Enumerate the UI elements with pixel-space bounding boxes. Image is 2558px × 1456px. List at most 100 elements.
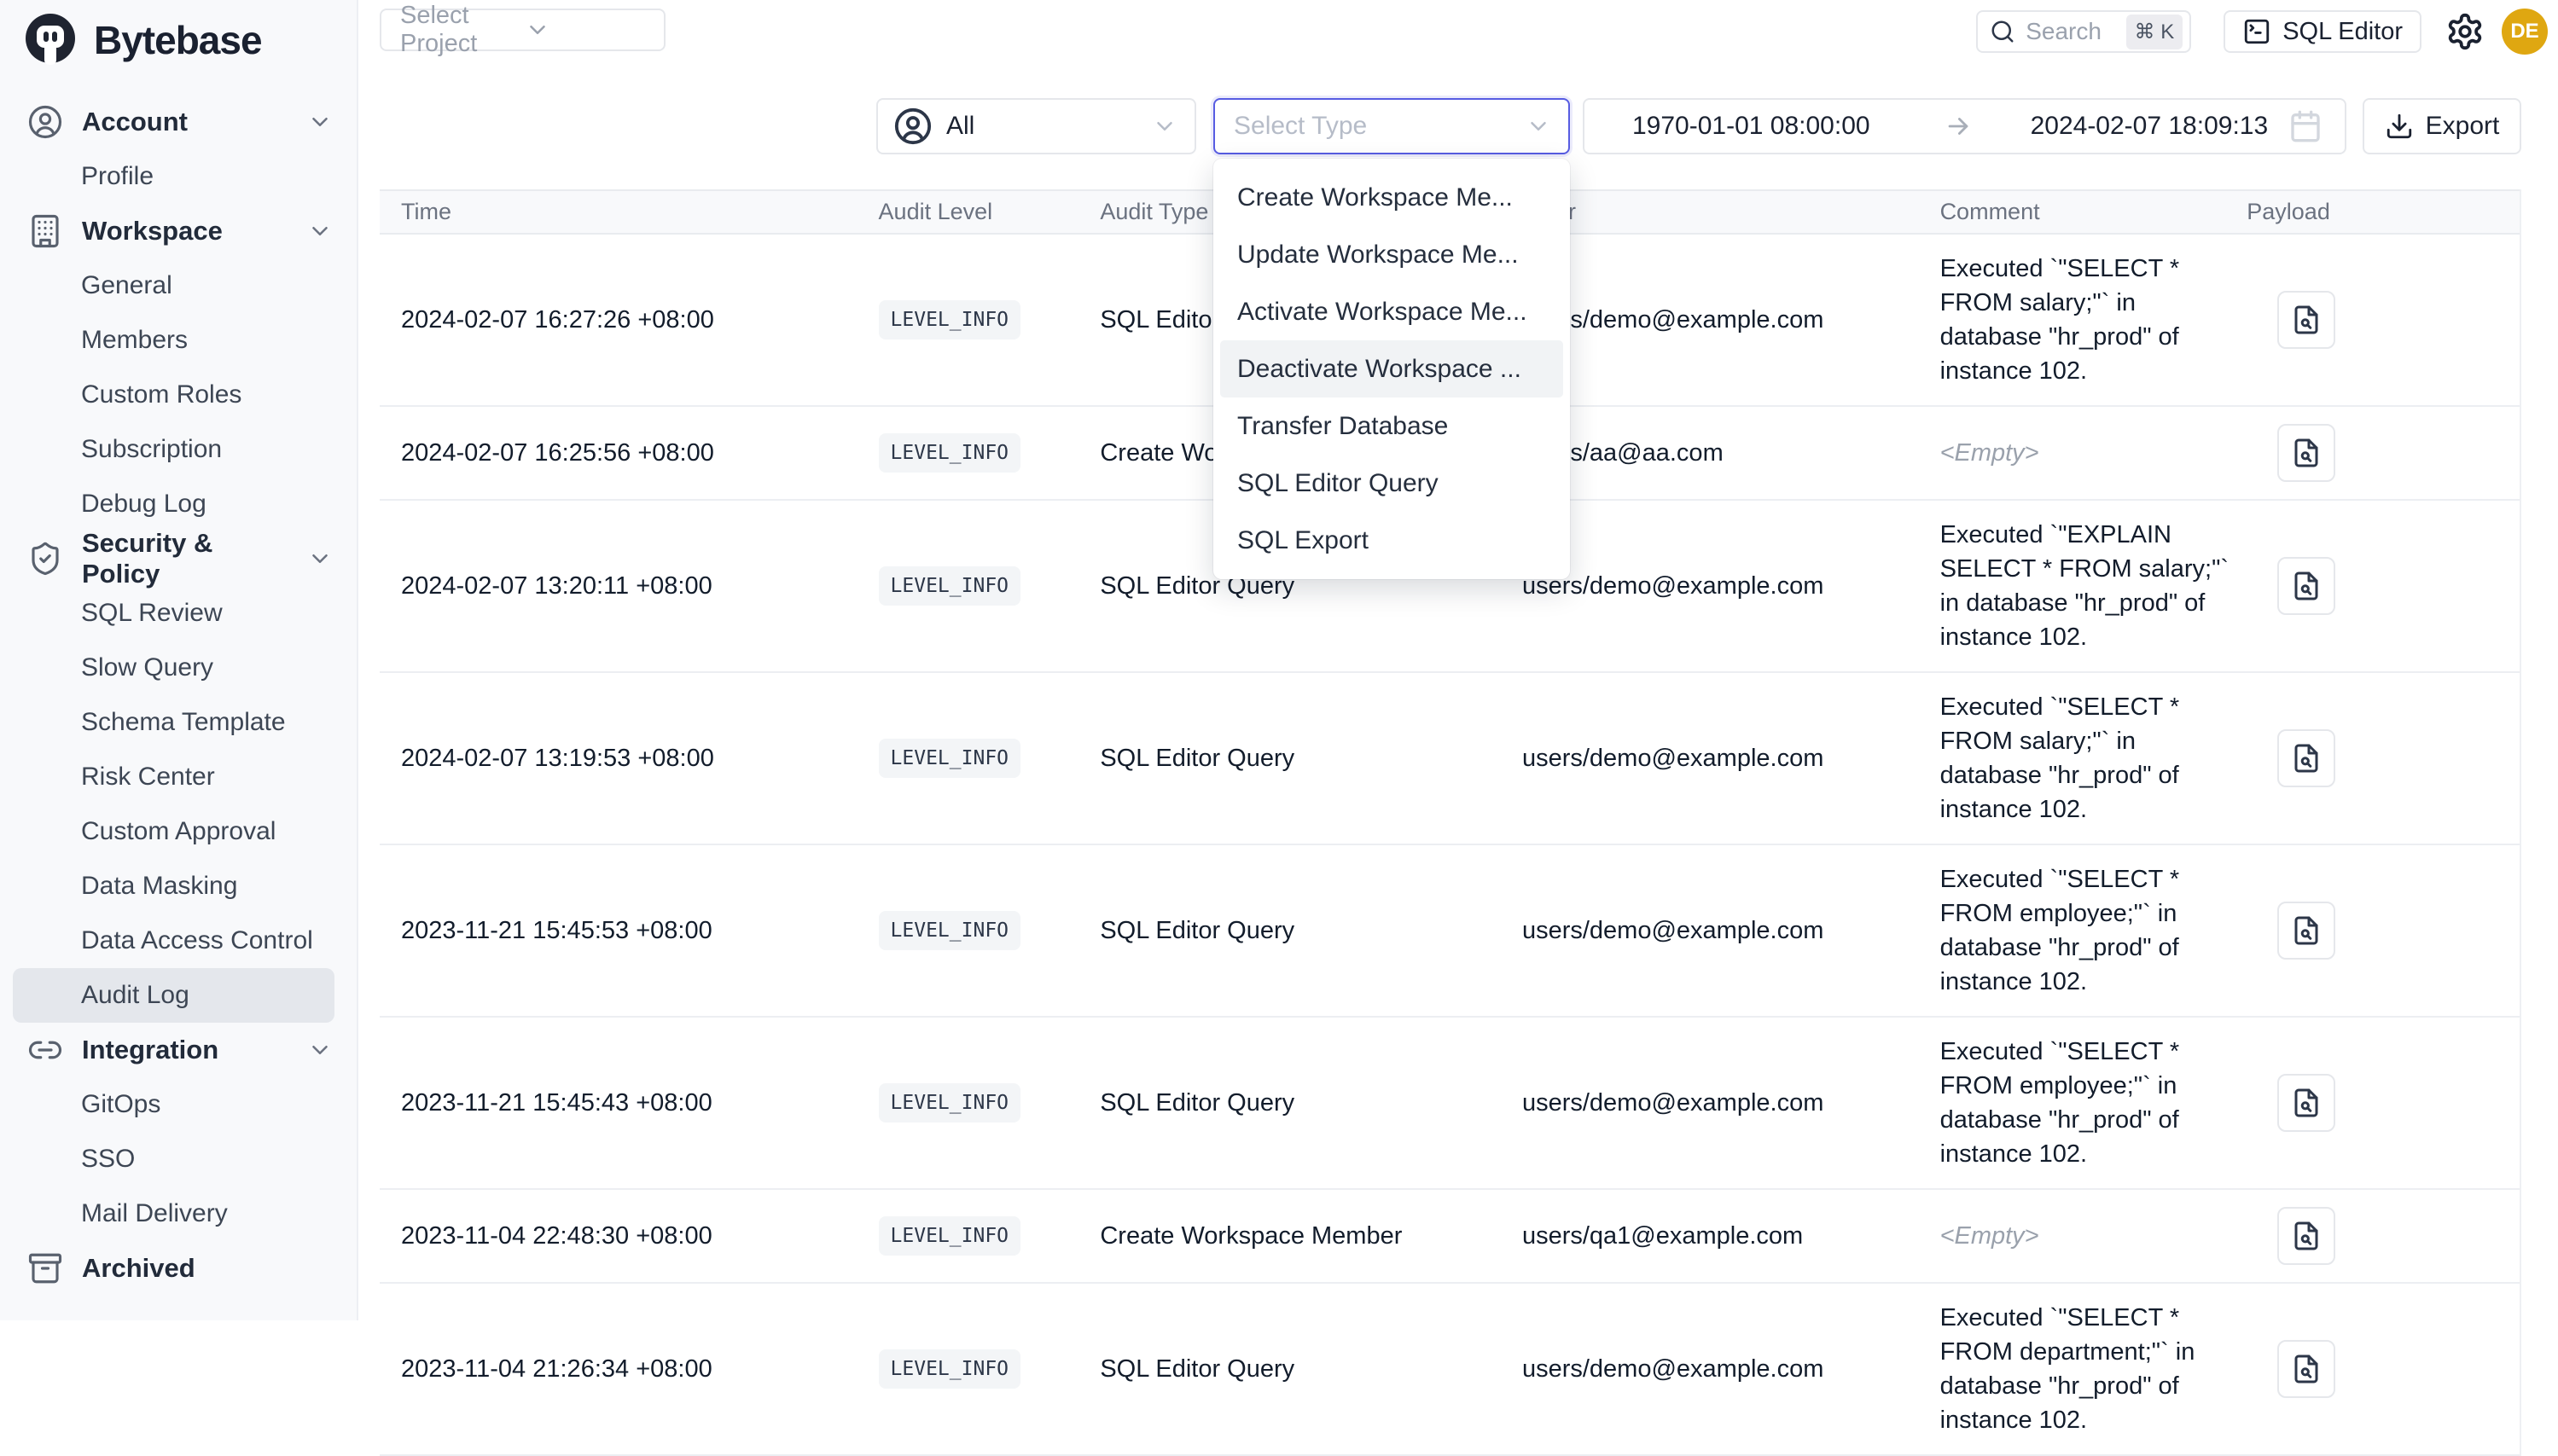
dropdown-option-activate-workspace-me[interactable]: Activate Workspace Me... [1220,283,1563,340]
sidebar-section-label: Integration [82,1035,288,1065]
sidebar-section-label: Workspace [82,216,288,247]
comment-text: Executed `"SELECT * FROM salary;"` in da… [1940,690,2239,827]
sidebar-section-account[interactable]: Account [0,95,357,149]
cell-audit-level: LEVEL_INFO [879,1216,1101,1256]
dropdown-option-deactivate-workspace[interactable]: Deactivate Workspace ... [1220,340,1563,397]
chevron-down-icon [1526,113,1551,139]
cell-time: 2024-02-07 13:20:11 +08:00 [380,572,879,600]
cell-audit-type: SQL Editor Query [1100,917,1522,945]
audit-level-badge: LEVEL_INFO [879,433,1020,473]
sidebar-item-custom-roles[interactable]: Custom Roles [13,368,334,422]
bytebase-logo-icon [20,10,80,70]
sidebar-item-sql-review[interactable]: SQL Review [13,586,334,641]
sidebar-item-data-masking[interactable]: Data Masking [13,859,334,914]
calendar-icon [2288,109,2323,143]
search-input[interactable]: Search ⌘ K [1976,10,2191,53]
comment-text: Executed `"SELECT * FROM employee;"` in … [1940,1035,2239,1171]
sql-editor-label: SQL Editor [2282,18,2403,46]
sidebar-item-mail-delivery[interactable]: Mail Delivery [13,1186,334,1241]
sidebar-item-slow-query[interactable]: Slow Query [13,641,334,695]
cell-audit-level: LEVEL_INFO [879,1083,1101,1122]
cell-comment: Executed `"SELECT * FROM employee;"` in … [1940,862,2247,999]
audit-level-badge: LEVEL_INFO [879,300,1020,339]
date-from: 1970-01-01 08:00:00 [1632,112,1870,141]
file-search-icon [2291,1088,2322,1118]
cell-actor: users/demo@example.com [1522,917,1940,945]
sidebar-item-gitops[interactable]: GitOps [13,1077,334,1132]
date-to: 2024-02-07 18:09:13 [2031,112,2269,141]
project-select[interactable]: Select Project [380,9,666,51]
gear-icon[interactable] [2445,12,2485,51]
audit-level-badge: LEVEL_INFO [879,566,1020,606]
sql-editor-button[interactable]: SQL Editor [2224,10,2421,53]
cell-comment: <Empty> [1940,436,2247,470]
cell-time: 2024-02-07 16:25:56 +08:00 [380,439,879,467]
chevron-down-icon [307,109,333,135]
sidebar-section-label: Account [82,107,288,137]
sidebar-item-subscription[interactable]: Subscription [13,422,334,477]
search-placeholder: Search [2026,18,2115,45]
payload-view-button[interactable] [2277,1207,2335,1265]
payload-view-button[interactable] [2277,729,2335,787]
sidebar-item-profile[interactable]: Profile [13,149,334,204]
sidebar-item-custom-approval[interactable]: Custom Approval [13,804,334,859]
payload-view-button[interactable] [2277,424,2335,482]
cell-comment: Executed `"SELECT * FROM employee;"` in … [1940,1035,2247,1171]
comment-text: Executed `"SELECT * FROM department;"` i… [1940,1301,2239,1437]
comment-text: Executed `"SELECT * FROM employee;"` in … [1940,862,2239,999]
export-button[interactable]: Export [2363,98,2521,154]
shield-check-icon [27,541,63,577]
bytebase-logo[interactable]: Bytebase [0,0,357,70]
cell-time: 2024-02-07 13:19:53 +08:00 [380,745,879,773]
arrow-right-icon [1944,112,1973,141]
sidebar-section-security-policy[interactable]: Security & Policy [0,531,357,586]
payload-view-button[interactable] [2277,1074,2335,1132]
payload-view-button[interactable] [2277,291,2335,349]
cell-audit-level: LEVEL_INFO [879,300,1101,339]
cell-comment: Executed `"EXPLAIN SELECT * FROM salary;… [1940,518,2247,654]
sidebar-item-risk-center[interactable]: Risk Center [13,750,334,804]
dropdown-option-sql-editor-query[interactable]: SQL Editor Query [1220,455,1563,512]
payload-view-button[interactable] [2277,557,2335,615]
comment-empty: <Empty> [1940,436,2239,470]
sidebar-item-general[interactable]: General [13,258,334,313]
cell-payload [2247,291,2520,349]
user-circle-icon [27,104,63,140]
sidebar-item-debug-log[interactable]: Debug Log [13,477,334,531]
cell-payload [2247,1340,2520,1398]
cell-audit-type: SQL Editor Query [1100,1355,1522,1383]
building-icon [27,213,63,249]
actor-filter[interactable]: All [876,98,1196,154]
dropdown-option-transfer-database[interactable]: Transfer Database [1220,397,1563,455]
dropdown-option-sql-export[interactable]: SQL Export [1220,512,1563,569]
sidebar-item-sso[interactable]: SSO [13,1132,334,1186]
chevron-down-icon [307,218,333,244]
topbar-right: Search ⌘ K SQL Editor DE [1976,9,2548,55]
archive-icon [27,1250,63,1286]
sidebar-section-workspace[interactable]: Workspace [0,204,357,258]
sidebar-item-members[interactable]: Members [13,313,334,368]
payload-view-button[interactable] [2277,1340,2335,1398]
file-search-icon [2291,571,2322,601]
search-shortcut-badge: ⌘ K [2126,15,2183,49]
payload-view-button[interactable] [2277,902,2335,960]
file-search-icon [2291,915,2322,946]
audit-level-badge: LEVEL_INFO [879,1083,1020,1122]
type-filter[interactable]: Select Type [1213,98,1570,154]
avatar[interactable]: DE [2502,9,2548,55]
sidebar-item-schema-template[interactable]: Schema Template [13,695,334,750]
cell-audit-type: Create Workspace Member [1100,1222,1522,1250]
date-range-picker[interactable]: 1970-01-01 08:00:00 2024-02-07 18:09:13 [1583,98,2346,154]
sidebar-section-integration[interactable]: Integration [0,1023,357,1077]
cell-payload [2247,1207,2520,1265]
dropdown-option-create-workspace-me[interactable]: Create Workspace Me... [1220,169,1563,226]
sidebar-item-data-access-control[interactable]: Data Access Control [13,914,334,968]
download-icon [2385,112,2414,141]
sidebar-section-archived[interactable]: Archived [0,1241,357,1296]
table-row: 2023-11-04 22:48:30 +08:00LEVEL_INFOCrea… [380,1190,2520,1284]
audit-level-badge: LEVEL_INFO [879,739,1020,778]
dropdown-option-update-workspace-me[interactable]: Update Workspace Me... [1220,226,1563,283]
cell-comment: <Empty> [1940,1219,2247,1253]
sidebar-item-audit-log[interactable]: Audit Log [13,968,334,1023]
cell-audit-level: LEVEL_INFO [879,566,1101,606]
